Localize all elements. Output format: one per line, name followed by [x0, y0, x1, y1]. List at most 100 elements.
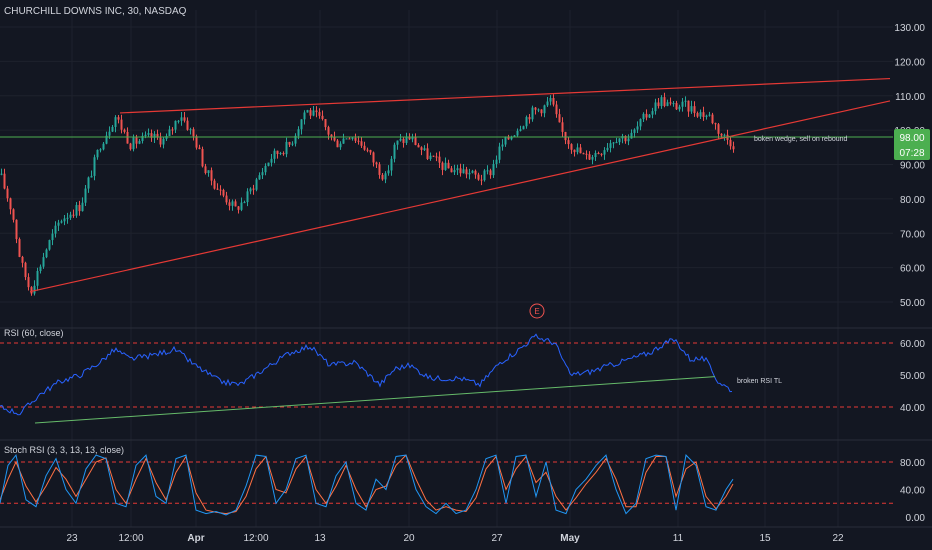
candle-body[interactable]	[3, 173, 6, 189]
candle-body[interactable]	[102, 143, 105, 150]
candle-body[interactable]	[387, 170, 390, 174]
candle-body[interactable]	[345, 138, 348, 140]
candle-body[interactable]	[408, 137, 411, 140]
candle-body[interactable]	[300, 119, 303, 130]
candle-body[interactable]	[522, 126, 525, 130]
candle-body[interactable]	[576, 147, 579, 153]
candle-body[interactable]	[318, 112, 321, 116]
candle-body[interactable]	[57, 222, 60, 226]
candle-body[interactable]	[99, 149, 102, 151]
candle-body[interactable]	[414, 136, 417, 145]
candle-body[interactable]	[669, 102, 672, 104]
candle-body[interactable]	[609, 143, 612, 148]
candle-body[interactable]	[519, 129, 522, 131]
candle-body[interactable]	[639, 119, 642, 127]
candle-body[interactable]	[693, 106, 696, 114]
candle-body[interactable]	[564, 131, 567, 141]
candle-body[interactable]	[303, 112, 306, 120]
candle-body[interactable]	[189, 129, 192, 131]
candle-body[interactable]	[246, 191, 249, 203]
candle-body[interactable]	[384, 173, 387, 180]
candle-body[interactable]	[117, 117, 120, 120]
candle-body[interactable]	[636, 126, 639, 130]
candle-body[interactable]	[228, 202, 231, 206]
candle-body[interactable]	[180, 117, 183, 121]
candle-body[interactable]	[696, 113, 699, 117]
candle-body[interactable]	[282, 153, 285, 155]
candle-body[interactable]	[69, 214, 72, 218]
candle-body[interactable]	[366, 149, 369, 151]
candle-body[interactable]	[339, 143, 342, 148]
candle-body[interactable]	[474, 170, 477, 175]
candle-body[interactable]	[534, 107, 537, 110]
candle-body[interactable]	[588, 154, 591, 160]
candle-body[interactable]	[162, 138, 165, 145]
candle-body[interactable]	[147, 133, 150, 135]
candle-body[interactable]	[462, 169, 465, 174]
candle-body[interactable]	[567, 140, 570, 145]
candle-body[interactable]	[195, 136, 198, 148]
candle-body[interactable]	[159, 137, 162, 145]
candle-body[interactable]	[219, 189, 222, 191]
candle-body[interactable]	[255, 179, 258, 190]
candle-body[interactable]	[327, 127, 330, 135]
candle-body[interactable]	[597, 152, 600, 154]
candle-body[interactable]	[666, 102, 669, 106]
candle-body[interactable]	[108, 131, 111, 136]
candle-body[interactable]	[234, 201, 237, 207]
candle-body[interactable]	[471, 170, 474, 173]
candle-body[interactable]	[612, 142, 615, 144]
candle-body[interactable]	[672, 103, 675, 105]
candle-body[interactable]	[705, 115, 708, 117]
candle-body[interactable]	[243, 202, 246, 204]
candle-body[interactable]	[438, 156, 441, 163]
candle-body[interactable]	[495, 159, 498, 165]
candle-body[interactable]	[699, 112, 702, 117]
candle-body[interactable]	[465, 169, 468, 175]
candle-body[interactable]	[75, 204, 78, 216]
candle-body[interactable]	[171, 129, 174, 131]
candle-body[interactable]	[678, 106, 681, 110]
candle-body[interactable]	[273, 150, 276, 159]
candle-body[interactable]	[702, 112, 705, 117]
candle-body[interactable]	[369, 150, 372, 153]
candle-body[interactable]	[213, 180, 216, 189]
candle-body[interactable]	[654, 102, 657, 112]
candle-body[interactable]	[225, 195, 228, 203]
candle-body[interactable]	[417, 144, 420, 148]
candle-body[interactable]	[18, 239, 21, 257]
candle-body[interactable]	[93, 157, 96, 176]
candle-body[interactable]	[12, 209, 15, 220]
candle-body[interactable]	[270, 158, 273, 163]
candle-body[interactable]	[0, 173, 3, 175]
candle-body[interactable]	[267, 162, 270, 166]
candle-body[interactable]	[123, 129, 126, 132]
candle-body[interactable]	[498, 146, 501, 160]
candle-body[interactable]	[177, 120, 180, 122]
candle-body[interactable]	[285, 141, 288, 155]
candle-body[interactable]	[663, 97, 666, 106]
candle-body[interactable]	[78, 204, 81, 212]
candle-body[interactable]	[237, 206, 240, 210]
candle-body[interactable]	[516, 130, 519, 136]
candle-body[interactable]	[723, 134, 726, 136]
candle-body[interactable]	[732, 146, 735, 150]
candle-body[interactable]	[252, 188, 255, 190]
candle-body[interactable]	[690, 106, 693, 112]
candle-body[interactable]	[591, 157, 594, 160]
candle-body[interactable]	[582, 153, 585, 155]
candle-body[interactable]	[15, 219, 18, 240]
candle-body[interactable]	[483, 170, 486, 181]
candle-body[interactable]	[657, 102, 660, 107]
candle-body[interactable]	[39, 266, 42, 271]
candle-body[interactable]	[132, 137, 135, 150]
candle-body[interactable]	[81, 202, 84, 212]
candle-body[interactable]	[681, 101, 684, 107]
candle-body[interactable]	[51, 233, 54, 241]
candle-body[interactable]	[168, 129, 171, 137]
candle-body[interactable]	[552, 97, 555, 105]
candle-body[interactable]	[375, 162, 378, 165]
candle-body[interactable]	[501, 144, 504, 147]
candle-body[interactable]	[186, 120, 189, 130]
candle-body[interactable]	[543, 105, 546, 114]
